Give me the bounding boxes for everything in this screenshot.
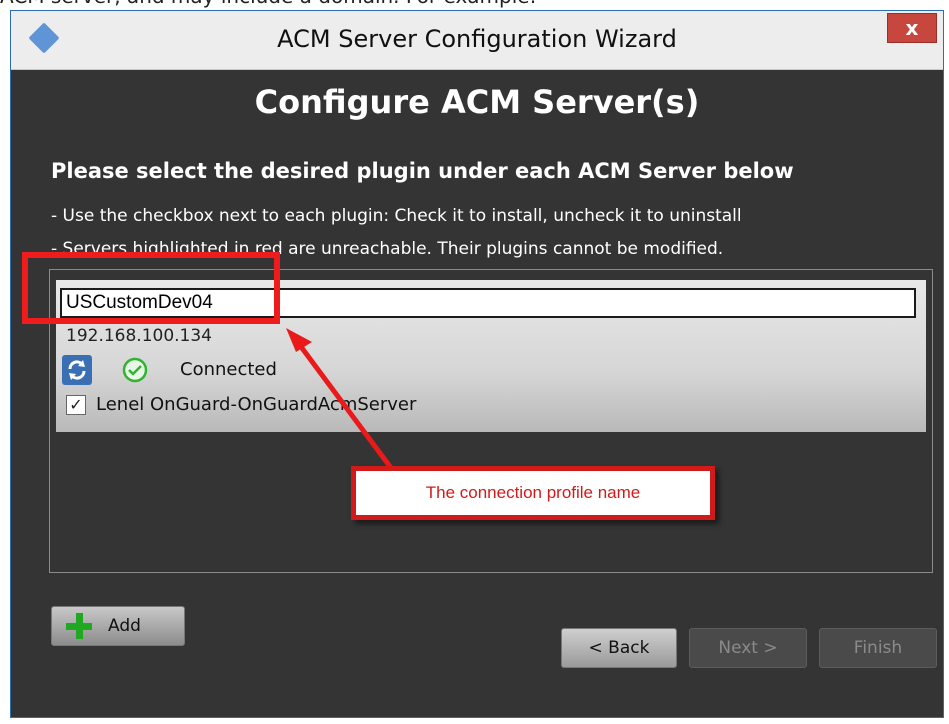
annotation-callout: The connection profile name: [351, 466, 715, 520]
annotation-arrow: [286, 328, 403, 482]
